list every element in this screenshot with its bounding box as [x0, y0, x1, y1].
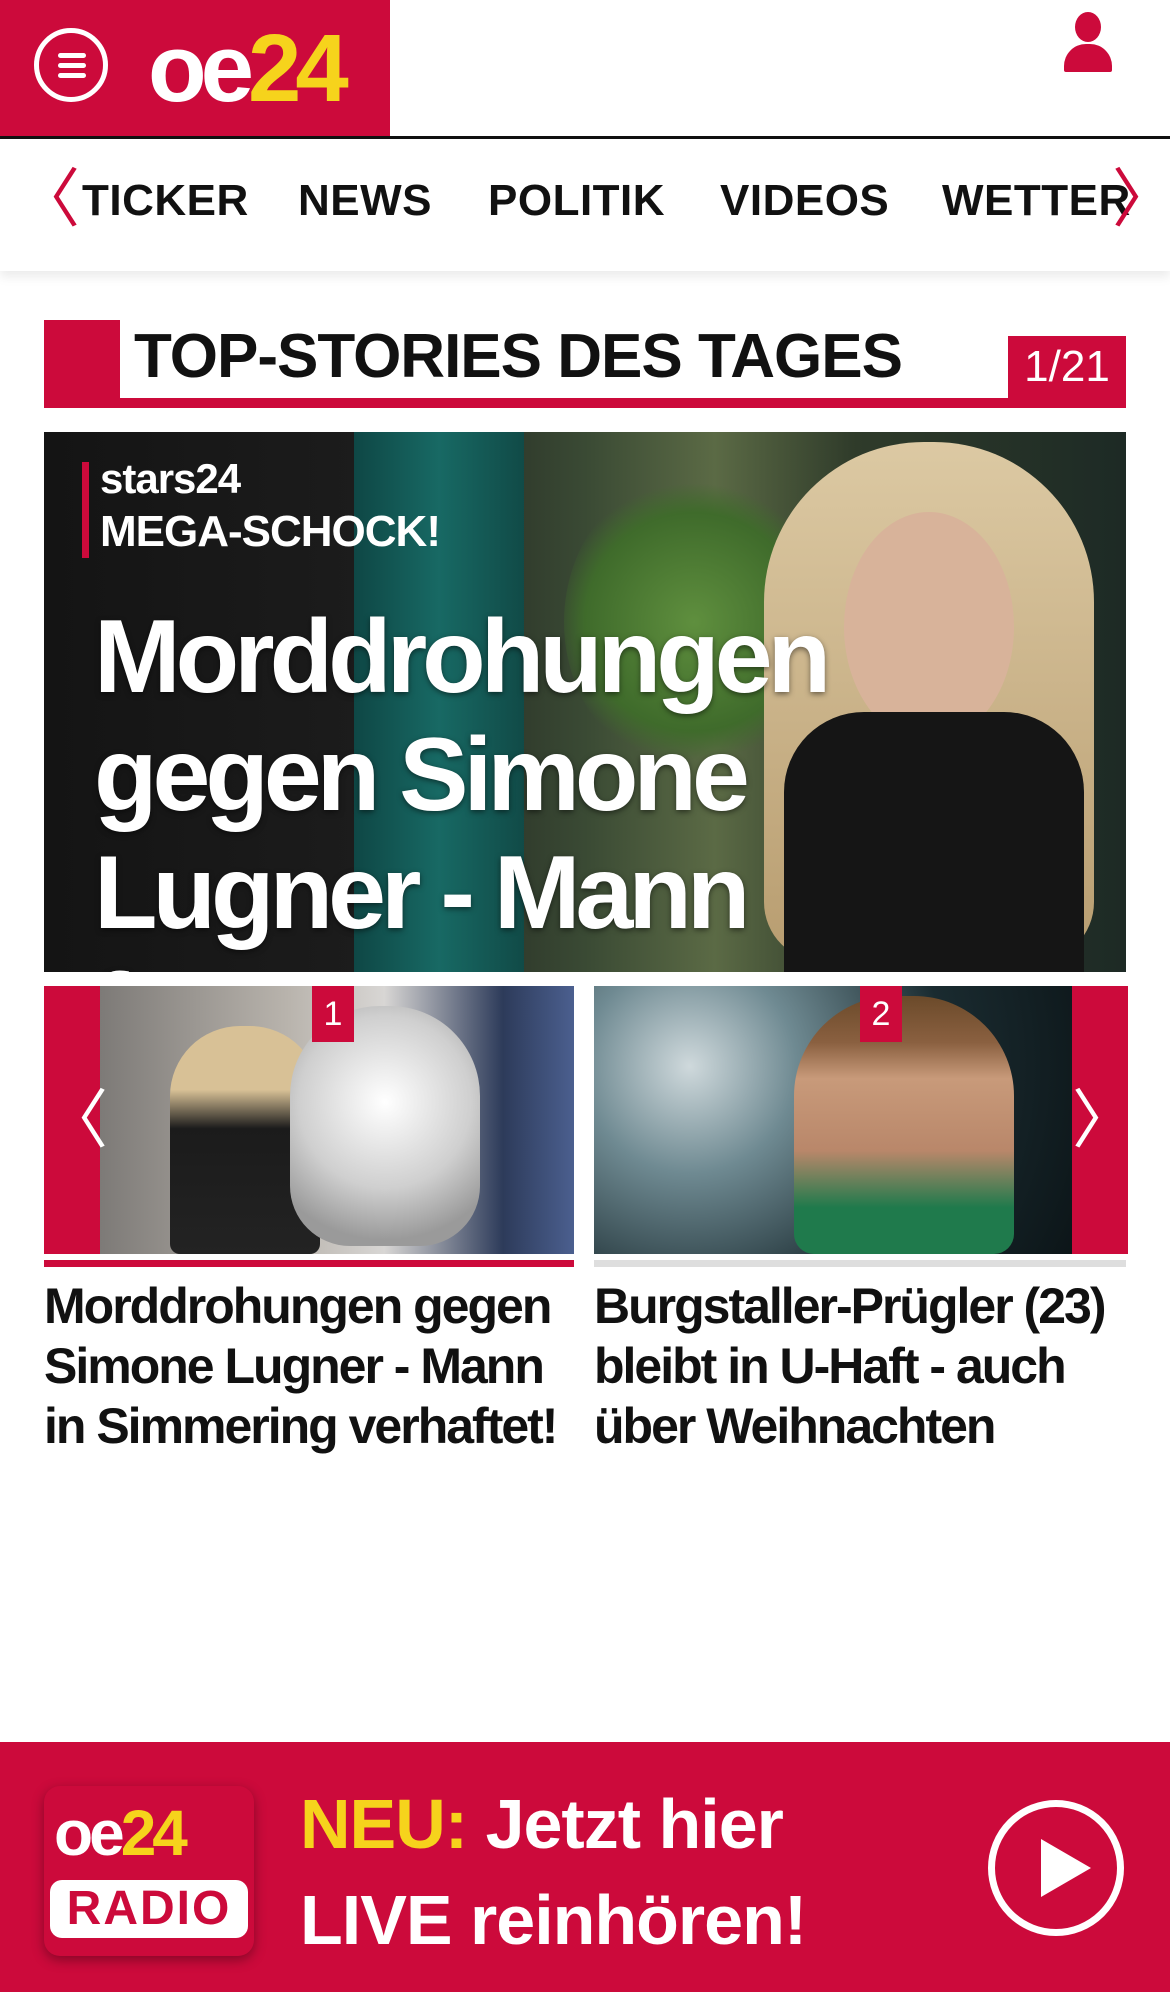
story-carousel: 1 Morddrohungen gegen Simone Lugner - Ma… — [44, 986, 1136, 1454]
nav-item-ticker[interactable]: TICKER — [82, 175, 249, 227]
play-icon[interactable] — [988, 1800, 1124, 1936]
section-underline — [44, 398, 1126, 408]
oe24-radio-logo: oe24 RADIO — [44, 1786, 254, 1956]
nav-item-news[interactable]: NEWS — [298, 175, 432, 227]
hero-title[interactable]: Morddrohungen gegen Simone Lugner - Mann… — [94, 598, 1074, 972]
nav-prev-arrow-icon[interactable]: 〈 — [16, 167, 80, 231]
card-number-badge: 2 — [860, 986, 902, 1042]
radio-line2: LIVE reinhören! — [300, 1881, 807, 1959]
radio-promo-text: NEU: Jetzt hier LIVE reinhören! — [300, 1776, 840, 1968]
site-header: oe24 — [0, 0, 1170, 139]
nav-item-videos[interactable]: VIDEOS — [720, 175, 889, 227]
category-nav: 〈 TICKER NEWS POLITIK VIDEOS WETTER 〉 — [0, 139, 1170, 271]
radio-neu-label: NEU: — [300, 1785, 468, 1863]
nav-item-politik[interactable]: POLITIK — [488, 175, 665, 227]
card-inactive-indicator — [594, 1260, 1126, 1267]
nav-next-arrow-icon[interactable]: 〉 — [1112, 167, 1170, 231]
hamburger-menu-icon[interactable] — [34, 28, 108, 102]
hero-brand-label: stars24 — [100, 455, 241, 502]
nav-item-wetter[interactable]: WETTER — [942, 175, 1131, 227]
hero-kicker: MEGA-SCHOCK! — [100, 507, 441, 556]
carousel-next-arrow-icon[interactable]: 〉 — [1072, 986, 1136, 1254]
logo-block: oe24 — [0, 0, 390, 136]
hero-kicker-bar — [82, 462, 89, 558]
section-title: TOP-STORIES DES TAGES — [134, 322, 903, 391]
user-account-icon[interactable] — [1062, 12, 1114, 72]
card-title[interactable]: Morddrohungen gegen Simone Lugner - Mann… — [44, 1276, 584, 1456]
card-active-indicator — [44, 1260, 574, 1267]
card-title[interactable]: Burgstaller-Prügler (23) bleibt in U-Haf… — [594, 1276, 1134, 1456]
radio-banner[interactable]: oe24 RADIO NEU: Jetzt hier LIVE reinhöre… — [0, 1742, 1170, 1992]
carousel-prev-arrow-icon[interactable]: 〈 — [44, 986, 108, 1254]
top-stories-header: TOP-STORIES DES TAGES 1/21 — [44, 320, 1126, 408]
radio-logo-label: RADIO — [50, 1880, 248, 1938]
section-accent — [44, 320, 120, 408]
hero-story[interactable]: stars24 MEGA-SCHOCK! Morddrohungen gegen… — [44, 432, 1126, 972]
radio-line1: Jetzt hier — [485, 1785, 784, 1863]
story-counter: 1/21 — [1008, 336, 1126, 398]
card-image[interactable] — [594, 986, 1072, 1254]
card-number-badge: 1 — [312, 986, 354, 1042]
oe24-logo[interactable]: oe24 — [148, 14, 349, 124]
